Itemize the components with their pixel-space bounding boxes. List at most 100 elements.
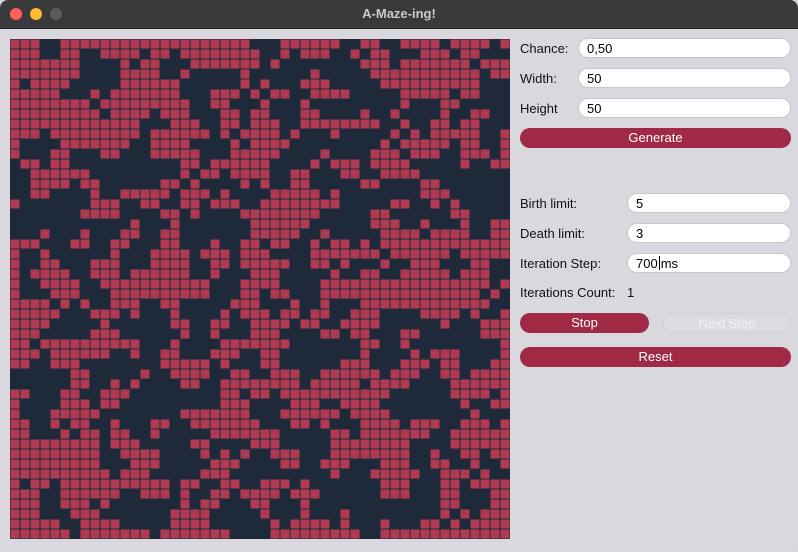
maze-cell (240, 169, 250, 179)
maze-cell (340, 289, 350, 299)
maze-cell (440, 249, 450, 259)
maze-cell (390, 449, 400, 459)
maze-cell (200, 499, 210, 509)
maze-cell (500, 479, 510, 489)
maze-cell (110, 279, 120, 289)
maze-cell (260, 479, 270, 489)
maze-cell (120, 49, 130, 59)
maze-cell (60, 339, 70, 349)
maze-cell (460, 239, 470, 249)
maze-cell (400, 229, 410, 239)
maze-cell (130, 99, 140, 109)
maze-cell (280, 209, 290, 219)
maze-cell (70, 169, 80, 179)
maze-cell (460, 429, 470, 439)
maze-cell (260, 339, 270, 349)
maze-cell (40, 529, 50, 539)
maze-cell (100, 209, 110, 219)
maze-cell (50, 59, 60, 69)
reset-button[interactable]: Reset (520, 347, 791, 367)
maze-cell (20, 59, 30, 69)
maze-cell (130, 89, 140, 99)
maze-cell (480, 529, 490, 539)
maze-cell (220, 409, 230, 419)
next-step-button[interactable]: Next Step (663, 313, 791, 333)
maze-cell (10, 89, 20, 99)
maze-cell (320, 389, 330, 399)
maze-cell (110, 399, 120, 409)
maze-cell (360, 39, 370, 49)
maze-cell (490, 359, 500, 369)
maze-cell (10, 519, 20, 529)
maze-cell (260, 209, 270, 219)
maze-cell (150, 269, 160, 279)
maze-cell (490, 249, 500, 259)
maze-cell (380, 479, 390, 489)
maze-cell (10, 69, 20, 79)
maze-cell (300, 179, 310, 189)
maze-cell (330, 289, 340, 299)
maze-cell (10, 99, 20, 109)
generate-button[interactable]: Generate (520, 128, 791, 148)
maze-cell (220, 399, 230, 409)
maze-cell (70, 469, 80, 479)
maze-cell (350, 289, 360, 299)
maze-cell (90, 469, 100, 479)
maze-cell (30, 269, 40, 279)
maze-cell (40, 169, 50, 179)
maze-cell (150, 289, 160, 299)
maze-cell (330, 389, 340, 399)
maze-cell (20, 159, 30, 169)
maze-cell (350, 279, 360, 289)
chance-input[interactable]: 0,50 (578, 38, 791, 58)
maze-cell (140, 489, 150, 499)
maze-cell (220, 119, 230, 129)
height-input[interactable]: 50 (578, 98, 791, 118)
maze-cell (70, 119, 80, 129)
maze-cell (330, 439, 340, 449)
maze-cell (130, 269, 140, 279)
maze-cell (270, 339, 280, 349)
maze-cell (250, 239, 260, 249)
death-limit-input[interactable]: 3 (627, 223, 791, 243)
maze-cell (70, 359, 80, 369)
maze-cell (320, 249, 330, 259)
maze-cell (410, 329, 420, 339)
maze-cell (400, 249, 410, 259)
maze-cell (150, 259, 160, 269)
maze-cell (300, 109, 310, 119)
maze-cell (480, 479, 490, 489)
maze-cell (120, 389, 130, 399)
maze-cell (120, 109, 130, 119)
maze-cell (310, 79, 320, 89)
maze-cell (270, 219, 280, 229)
stop-button[interactable]: Stop (520, 313, 649, 333)
maze-cell (470, 109, 480, 119)
maze-cell (70, 449, 80, 459)
maze-cell (370, 419, 380, 429)
maze-cell (70, 99, 80, 109)
maze-cell (500, 329, 510, 339)
maze-cell (220, 319, 230, 329)
maze-cell (360, 349, 370, 359)
maze-cell (170, 369, 180, 379)
maze-cell (500, 489, 510, 499)
maze-cell (100, 349, 110, 359)
maze-cell (110, 259, 120, 269)
maze-cell (240, 419, 250, 429)
maze-cell (290, 459, 300, 469)
maze-cell (470, 279, 480, 289)
maze-cell (420, 79, 430, 89)
maze-cell (70, 49, 80, 59)
maze-cell (460, 389, 470, 399)
maze-cell (180, 259, 190, 269)
maze-cell (180, 369, 190, 379)
width-input[interactable]: 50 (578, 68, 791, 88)
birth-limit-input[interactable]: 5 (627, 193, 791, 213)
maze-cell (270, 479, 280, 489)
iteration-step-input[interactable]: 700 ms (627, 253, 791, 273)
maze-cell (280, 139, 290, 149)
maze-cell (210, 529, 220, 539)
maze-cell (400, 79, 410, 89)
iterations-count-row: Iterations Count: 1 (520, 282, 792, 304)
